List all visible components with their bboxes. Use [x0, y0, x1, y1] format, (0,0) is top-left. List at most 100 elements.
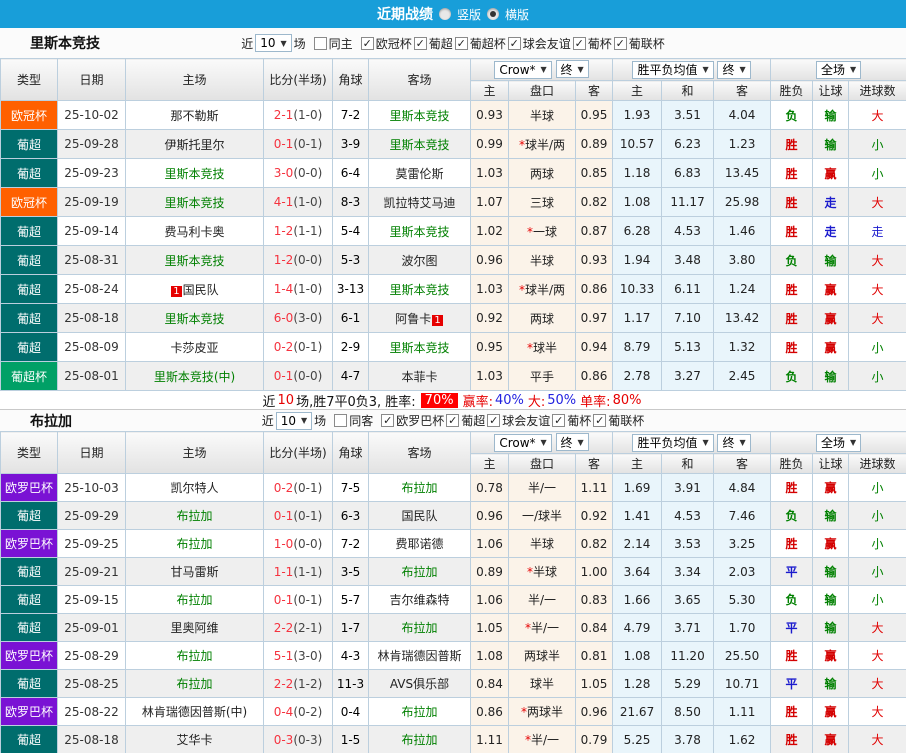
home-team-link[interactable]: 布拉加: [176, 649, 212, 663]
home-team-link[interactable]: 里斯本竞技: [164, 254, 224, 268]
home-team-cell: 凯尔特人: [125, 473, 264, 502]
home-team-link[interactable]: 凯尔特人: [170, 481, 218, 495]
home-team-cell: 布拉加: [125, 501, 264, 530]
odds-provider-select[interactable]: Crow* ▼: [494, 60, 552, 79]
league-filter-checkbox[interactable]: ✓: [446, 414, 460, 427]
home-team-link[interactable]: 里斯本竞技(中): [154, 370, 235, 384]
corner-count: 2-9: [332, 332, 369, 362]
home-team-link[interactable]: 布拉加: [176, 677, 212, 691]
home-team-cell: 艾华卡: [125, 725, 264, 753]
away-team-link[interactable]: 里斯本竞技: [389, 341, 449, 355]
away-team-link[interactable]: 里斯本竞技: [389, 225, 449, 239]
away-team-link[interactable]: 阿鲁卡: [395, 312, 431, 326]
avg-draw-odds: 5.29: [661, 669, 715, 698]
odds-provider-select[interactable]: Crow* ▼: [494, 433, 552, 452]
win-lose-result: 负: [770, 100, 814, 130]
over-under-result: 大: [848, 187, 906, 217]
avg-odds-select[interactable]: 胜平负均值 ▼: [632, 433, 714, 452]
same-venue-checkbox[interactable]: [313, 36, 327, 50]
match-label: 场: [293, 36, 306, 51]
result-scope-group: 全场 ▼: [770, 58, 906, 81]
away-team-link[interactable]: 国民队: [401, 509, 437, 523]
team-bar: 里斯本竞技 近 10 ▼ 场同主 ✓ 欧冠杯 ✓ 葡超 ✓ 葡超杯 ✓ 球会友谊 ✓ 葡杯 ✓ 葡联杯: [0, 28, 906, 58]
league-filter-checkbox[interactable]: ✓: [381, 414, 395, 427]
away-team-link[interactable]: 凯拉特艾马迪: [383, 196, 455, 210]
column-header: 日期: [57, 58, 126, 101]
half-time-score: (3-0): [293, 648, 323, 663]
home-team-link[interactable]: 里奥阿维: [170, 621, 218, 635]
handicap-line: 三球: [508, 187, 576, 217]
score-cell: 0-1(0-1): [263, 501, 333, 530]
home-team-link[interactable]: 伊斯托里尔: [164, 138, 224, 152]
home-team-link[interactable]: 林肯瑞德因普斯(中): [142, 705, 247, 719]
home-team-link[interactable]: 布拉加: [176, 593, 212, 607]
avg-lose-odds: 3.25: [713, 529, 772, 558]
full-time-score: 6-0: [273, 311, 294, 325]
league-filter-checkbox[interactable]: ✓: [593, 414, 607, 427]
asian-home-odds: 1.03: [470, 361, 509, 391]
home-team-link[interactable]: 国民队: [183, 283, 219, 297]
home-team-link[interactable]: 费马利卡奥: [164, 225, 224, 239]
home-team-link[interactable]: 甘马雷斯: [170, 565, 218, 579]
win-lose-result: 胜: [770, 129, 814, 159]
odds-time-select[interactable]: 终 ▼: [555, 433, 589, 452]
vertical-layout-label: 竖版: [456, 7, 481, 22]
match-count-select[interactable]: 10 ▼: [255, 34, 292, 52]
away-team-link[interactable]: 吉尔维森特: [389, 593, 449, 607]
handicap-line: 两球: [508, 303, 576, 333]
match-label: 场: [314, 414, 327, 428]
match-scope-select[interactable]: 全场 ▼: [815, 433, 862, 452]
away-team-link[interactable]: 里斯本竞技: [389, 283, 449, 297]
away-team-link[interactable]: 林肯瑞德因普斯: [377, 649, 461, 663]
chevron-down-icon: ▼: [849, 65, 857, 74]
avg-win-odds: 1.93: [612, 100, 663, 130]
away-team-link[interactable]: 费耶诺德: [395, 537, 443, 551]
home-team-link[interactable]: 卡莎皮亚: [170, 341, 218, 355]
away-team-link[interactable]: 波尔图: [401, 254, 437, 268]
league-filter-checkbox[interactable]: ✓: [572, 36, 586, 50]
home-team-link[interactable]: 布拉加: [176, 537, 212, 551]
avg-time-select[interactable]: 终 ▼: [717, 60, 751, 79]
home-team-link[interactable]: 艾华卡: [176, 733, 212, 747]
away-team-link[interactable]: 莫雷伦斯: [395, 167, 443, 181]
away-team-link[interactable]: 本菲卡: [401, 370, 437, 384]
home-team-link[interactable]: 里斯本竞技: [164, 312, 224, 326]
avg-odds-select[interactable]: 胜平负均值 ▼: [632, 60, 714, 79]
handicap-result: 走: [812, 187, 850, 217]
away-team-link[interactable]: 布拉加: [401, 565, 437, 579]
asian-home-odds: 0.92: [470, 303, 509, 333]
full-time-score: 1-2: [273, 224, 294, 238]
match-count-select[interactable]: 10 ▼: [275, 411, 313, 430]
odds-time-select[interactable]: 终 ▼: [555, 60, 589, 79]
avg-time-select[interactable]: 终 ▼: [717, 433, 751, 452]
half-time-score: (1-0): [293, 108, 323, 122]
avg-odds-select-value: 胜平负均值: [637, 436, 698, 450]
column-header: 类型: [0, 58, 58, 101]
home-team-link[interactable]: 里斯本竞技: [164, 196, 224, 210]
league-filter-checkbox[interactable]: ✓: [360, 36, 374, 50]
win-lose-result: 胜: [770, 725, 814, 753]
away-team-link[interactable]: 里斯本竞技: [389, 109, 449, 123]
away-team-link[interactable]: 布拉加: [401, 481, 437, 495]
away-team-link[interactable]: 布拉加: [401, 621, 437, 635]
away-team-link[interactable]: 布拉加: [401, 733, 437, 747]
same-venue-checkbox[interactable]: [334, 414, 348, 427]
home-team-link[interactable]: 里斯本竞技: [164, 167, 224, 181]
away-team-link[interactable]: AVS俱乐部: [390, 677, 449, 691]
league-filter-checkbox[interactable]: ✓: [413, 36, 427, 50]
horizontal-layout-radio[interactable]: [487, 8, 499, 20]
league-filter-checkbox[interactable]: ✓: [552, 414, 566, 427]
league-filter-checkbox[interactable]: ✓: [487, 414, 501, 427]
handicap-line: 平手: [508, 361, 576, 391]
match-scope-select[interactable]: 全场 ▼: [815, 60, 862, 79]
handicap-text: 一球: [532, 224, 557, 239]
half-time-score: (1-1): [293, 564, 323, 579]
league-filter-checkbox[interactable]: ✓: [507, 36, 521, 50]
league-filter-checkbox[interactable]: ✓: [613, 36, 627, 50]
home-team-link[interactable]: 那不勒斯: [170, 109, 218, 123]
away-team-link[interactable]: 布拉加: [401, 705, 437, 719]
home-team-link[interactable]: 布拉加: [176, 509, 212, 523]
away-team-link[interactable]: 里斯本竞技: [389, 138, 449, 152]
vertical-layout-radio[interactable]: [438, 8, 451, 20]
league-filter-checkbox[interactable]: ✓: [454, 36, 468, 50]
